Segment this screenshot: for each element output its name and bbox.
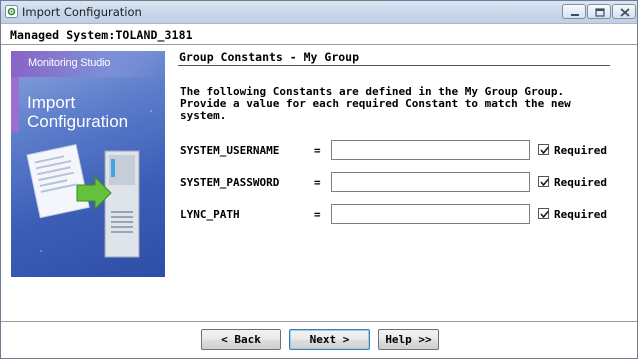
window-title: Import Configuration (22, 5, 142, 19)
checkmark-icon (540, 147, 549, 155)
constant-name: LYNC_PATH (180, 208, 240, 221)
maximize-icon (595, 8, 605, 17)
minimize-button[interactable] (562, 4, 586, 19)
app-gear-icon (5, 5, 18, 18)
panel-title: Group Constants - My Group (179, 50, 360, 64)
checkmark-icon (540, 179, 549, 187)
constant-row-system-username: SYSTEM_USERNAME = Required (1, 140, 637, 162)
managed-system-label: Managed System:TOLAND_3181 (10, 28, 193, 42)
constant-name: SYSTEM_USERNAME (180, 144, 280, 157)
required-checkbox[interactable] (538, 208, 549, 219)
checkmark-icon (540, 211, 549, 219)
required-label: Required (554, 144, 607, 157)
equals-sign: = (314, 208, 321, 221)
system-username-input[interactable] (331, 140, 530, 160)
maximize-button[interactable] (587, 4, 611, 19)
equals-sign: = (314, 176, 321, 189)
panel-title-rule (178, 65, 610, 66)
constant-row-system-password: SYSTEM_PASSWORD = Required (1, 172, 637, 194)
header-divider (1, 44, 637, 45)
footer-divider (1, 321, 637, 322)
constant-name: SYSTEM_PASSWORD (180, 176, 280, 189)
minimize-icon (571, 14, 579, 16)
document-server-illustration (26, 110, 152, 258)
help-button[interactable]: Help >> (378, 329, 439, 350)
import-configuration-window: Import Configuration Managed System:TOLA… (0, 0, 638, 359)
back-button[interactable]: < Back (201, 329, 281, 350)
close-icon (620, 8, 630, 17)
lync-path-input[interactable] (331, 204, 530, 224)
system-password-input[interactable] (331, 172, 530, 192)
required-checkbox[interactable] (538, 176, 549, 187)
required-label: Required (554, 208, 607, 221)
next-button[interactable]: Next > (289, 329, 370, 350)
required-label: Required (554, 176, 607, 189)
close-button[interactable] (612, 4, 636, 19)
required-checkbox[interactable] (538, 144, 549, 155)
wizard-side-image: Monitoring Studio Import Configuration (11, 51, 165, 277)
panel-description: The following Constants are defined in t… (180, 85, 571, 122)
constant-row-lync-path: LYNC_PATH = Required (1, 204, 637, 226)
equals-sign: = (314, 144, 321, 157)
title-bar[interactable]: Import Configuration (1, 1, 637, 24)
